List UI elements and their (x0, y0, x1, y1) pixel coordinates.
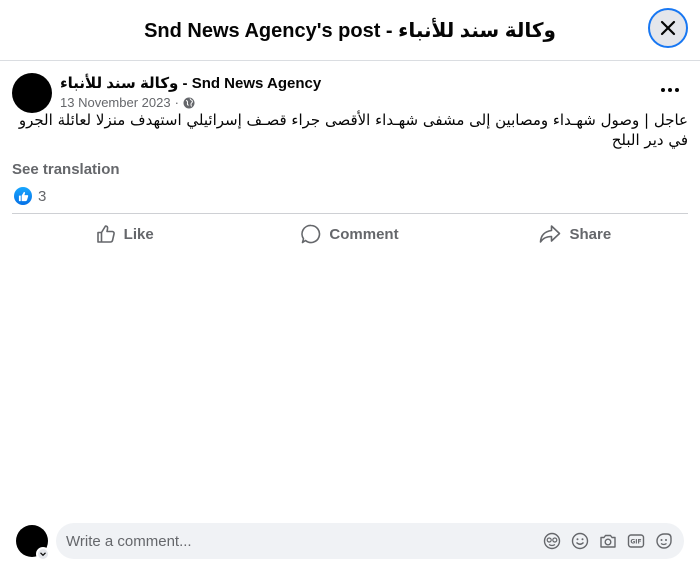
gif-icon[interactable]: GIF (626, 531, 646, 551)
sticker-icon[interactable] (654, 531, 674, 551)
svg-text:GIF: GIF (630, 539, 641, 546)
author-avatar[interactable] (12, 73, 52, 113)
reaction-count: 3 (38, 187, 47, 205)
comment-icon (301, 224, 321, 244)
see-translation-link[interactable]: See translation (12, 161, 120, 178)
dialog-title: Snd News Agency's post - وكالة سند للأنب… (144, 19, 556, 42)
close-button[interactable] (648, 8, 688, 48)
share-icon (540, 225, 561, 243)
post-actions: Like Comment Share (12, 218, 688, 250)
like-reaction-icon (14, 187, 32, 205)
comment-composer: GIF (56, 523, 684, 559)
meta-separator: · (174, 95, 179, 110)
post-meta: 13 November 2023 · (60, 95, 195, 110)
profile-switch-chevron-icon[interactable] (36, 547, 50, 561)
share-button[interactable]: Share (463, 218, 688, 250)
comment-button[interactable]: Comment (237, 218, 462, 250)
post-date[interactable]: 13 November 2023 (60, 95, 171, 110)
like-label: Like (123, 225, 154, 243)
more-options-button[interactable] (656, 78, 684, 102)
camera-icon[interactable] (598, 531, 618, 551)
post-dialog: Snd News Agency's post - وكالة سند للأنب… (0, 0, 700, 577)
divider (12, 213, 688, 214)
dialog-header: Snd News Agency's post - وكالة سند للأنب… (0, 0, 700, 61)
thumbs-up-icon (96, 225, 115, 243)
close-icon (660, 20, 676, 36)
like-button[interactable]: Like (12, 218, 237, 250)
emoji-icon[interactable] (570, 531, 590, 551)
post-text: عاجل | وصول شهـداء ومصابين إلى مشفى شهـد… (18, 111, 688, 149)
share-label: Share (569, 225, 612, 243)
comment-tools: GIF (542, 531, 674, 551)
avatar-sticker-icon[interactable] (542, 531, 562, 551)
author-name[interactable]: وكالة سند للأنباء - Snd News Agency (60, 74, 321, 92)
globe-icon (183, 97, 195, 108)
reactions-summary[interactable]: 3 (14, 187, 46, 205)
comment-label: Comment (329, 225, 399, 243)
comment-input[interactable] (66, 532, 542, 550)
